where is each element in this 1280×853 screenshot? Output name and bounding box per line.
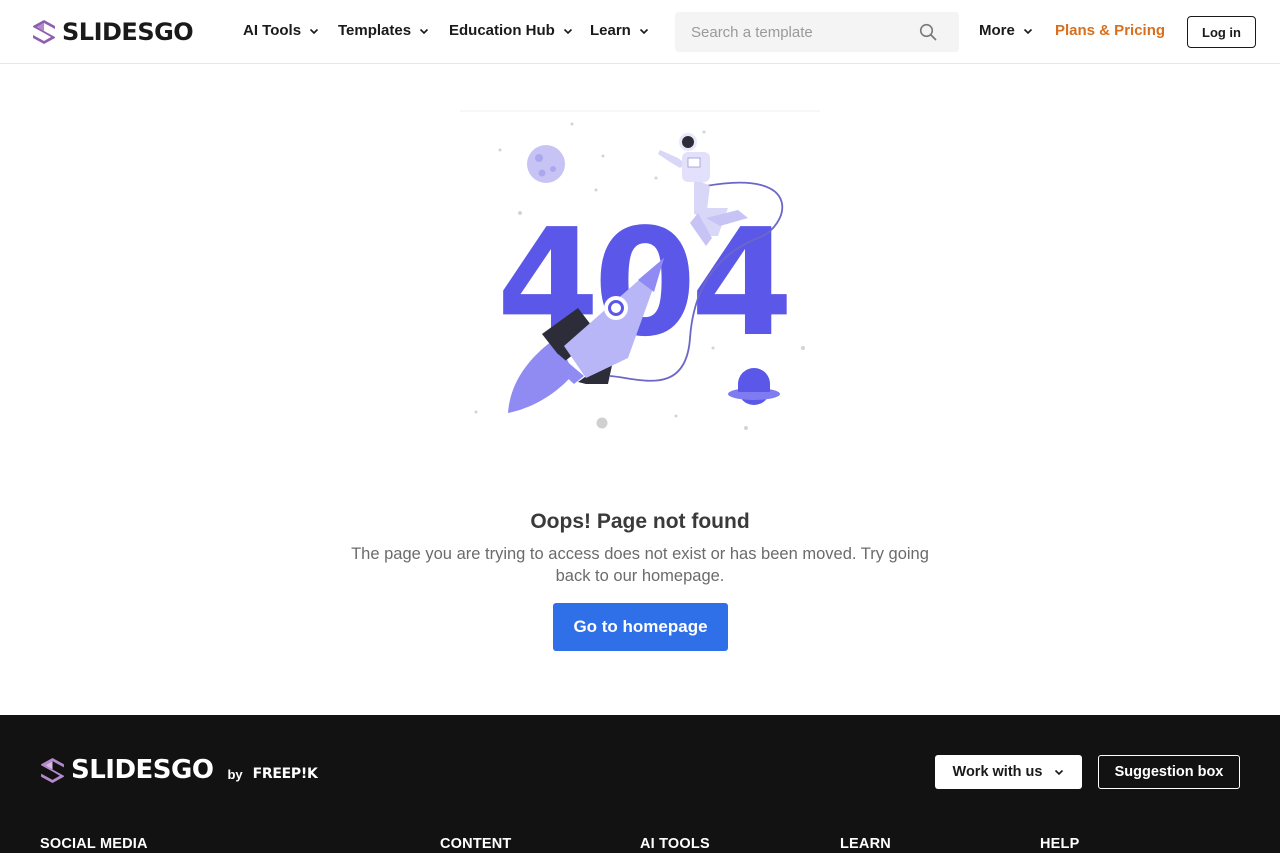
nav-more-label: More xyxy=(979,22,1015,39)
chevron-down-icon xyxy=(1023,28,1032,34)
nav-templates[interactable]: Templates xyxy=(338,22,429,39)
planet-icon xyxy=(728,368,780,405)
moon-icon xyxy=(527,145,565,183)
work-with-us-label: Work with us xyxy=(952,764,1043,780)
chevron-down-icon xyxy=(639,28,648,34)
nav-learn[interactable]: Learn xyxy=(590,22,649,39)
nav-education-hub[interactable]: Education Hub xyxy=(449,22,573,39)
page-title: Oops! Page not found xyxy=(530,510,750,533)
login-button[interactable]: Log in xyxy=(1187,16,1256,48)
work-with-us-button[interactable]: Work with us xyxy=(935,755,1082,789)
nav-education-hub-label: Education Hub xyxy=(449,22,555,39)
nav-ai-tools-label: AI Tools xyxy=(243,22,302,39)
search-input[interactable] xyxy=(691,23,911,41)
nav-more[interactable]: More xyxy=(979,22,1033,39)
freepik-logo: FREEP!K xyxy=(252,766,318,782)
footer-col-social-media: SOCIAL MEDIA xyxy=(40,836,148,852)
chevron-down-icon xyxy=(309,28,319,34)
site-header: SLIDESGO AI Tools Templates Education Hu… xyxy=(0,0,1280,64)
footer-col-ai-tools: AI TOOLS xyxy=(640,836,710,852)
nav-learn-label: Learn xyxy=(590,22,631,39)
footer-col-learn: LEARN xyxy=(840,836,891,852)
go-to-homepage-button[interactable]: Go to homepage xyxy=(553,603,728,651)
site-footer: SLIDESGO by FREEP!K Work with us Suggest… xyxy=(0,715,1280,853)
slidesgo-logo-icon xyxy=(41,757,64,783)
search-bar xyxy=(675,12,959,52)
plans-pricing-link[interactable]: Plans & Pricing xyxy=(1055,22,1165,39)
search-icon[interactable] xyxy=(919,23,937,41)
suggestion-box-button[interactable]: Suggestion box xyxy=(1098,755,1240,789)
nav-ai-tools[interactable]: AI Tools xyxy=(243,22,319,39)
chevron-down-icon xyxy=(563,28,572,34)
404-illustration: 404 xyxy=(460,110,820,430)
chevron-down-icon xyxy=(420,28,429,34)
chevron-down-icon xyxy=(1055,769,1064,776)
nav-templates-label: Templates xyxy=(338,22,412,39)
footer-col-help: HELP xyxy=(1040,836,1080,852)
footer-col-content: CONTENT xyxy=(440,836,512,852)
footer-logo-wordmark: SLIDESGO xyxy=(71,755,214,785)
slidesgo-logo[interactable]: SLIDESGO xyxy=(32,18,194,46)
slidesgo-logo-icon xyxy=(33,20,55,44)
logo-wordmark: SLIDESGO xyxy=(62,18,194,46)
footer-logo[interactable]: SLIDESGO by FREEP!K xyxy=(40,755,318,785)
by-label: by xyxy=(227,766,243,782)
page-description: The page you are trying to access does n… xyxy=(351,545,929,585)
